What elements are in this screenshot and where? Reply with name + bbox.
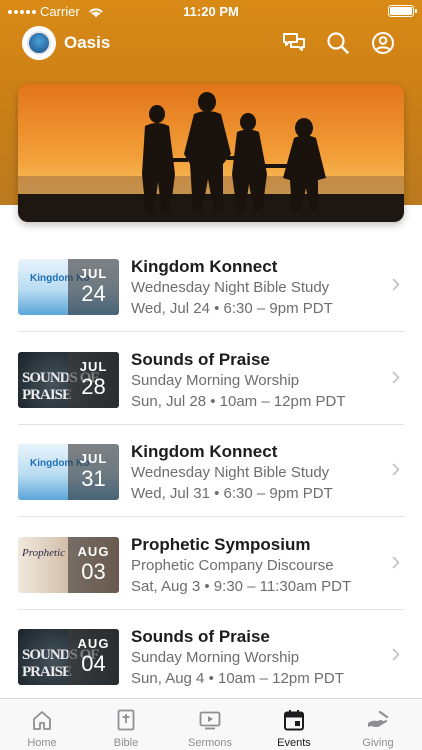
event-subtitle: Prophetic Company Discourse (131, 556, 334, 574)
date-badge: AUG 03 (68, 536, 119, 593)
bible-icon (117, 709, 135, 731)
date-day: 24 (81, 281, 106, 306)
date-month: AUG (77, 636, 110, 651)
tab-label: Bible (113, 737, 139, 749)
event-subtitle: Sunday Morning Worship (131, 371, 300, 389)
event-thumbnail: Prophetic AUG 03 (18, 536, 119, 593)
date-badge: AUG 04 (68, 629, 119, 685)
event-title: Prophetic Symposium (131, 534, 311, 554)
home-icon (33, 711, 51, 730)
event-row[interactable]: SOUNDS OF PRAISE AUG 04 Sounds of Praise Sun… (0, 610, 422, 702)
event-thumbnail: SOUNDS OF PRAISE JUL 28 (18, 351, 119, 408)
event-row[interactable]: Kingdom Ko JUL 24 Kingdom Konnect Wednesday … (0, 240, 422, 332)
event-thumbnail: Kingdom Ko JUL 24 (18, 259, 119, 315)
chat-icon[interactable] (281, 30, 307, 56)
clock: 11:20 PM (183, 4, 239, 19)
date-month: JUL (79, 451, 108, 466)
event-datetime: Sun, Jul 28 • 10am – 12pm PDT (131, 392, 346, 410)
search-icon[interactable] (325, 30, 351, 56)
app-bar: Oasis (0, 24, 422, 64)
event-row[interactable]: Kingdom Ko JUL 31 Kingdom Konnect Wednesday … (0, 425, 422, 517)
event-subtitle: Sunday Morning Worship (131, 649, 300, 666)
event-title: Kingdom Konnect (131, 257, 278, 276)
event-thumbnail: SOUNDS OF PRAISE AUG 04 (18, 629, 119, 685)
date-day: 31 (81, 466, 106, 491)
event-datetime: Wed, Jul 24 • 6:30 – 9pm PDT (131, 300, 333, 317)
sermons-icon (199, 711, 221, 730)
status-bar: Carrier 11:20 PM (0, 0, 422, 22)
event-datetime: Sat, Aug 3 • 9:30 – 11:30am PDT (131, 577, 352, 595)
event-row[interactable]: SOUNDS OF PRAISE JUL 28 Sounds of Praise Sun… (0, 333, 422, 425)
thumbnail-title: Prophetic (22, 546, 65, 559)
tab-sermons[interactable]: Sermons (168, 699, 252, 750)
chevron-right-icon (392, 556, 400, 568)
chevron-right-icon (392, 648, 400, 661)
event-subtitle: Wednesday Night Bible Study (131, 464, 330, 481)
date-month: JUL (79, 358, 108, 374)
event-row[interactable]: Prophetic AUG 03 Prophetic Symposium Prophet… (0, 518, 422, 610)
chevron-right-icon (392, 463, 400, 476)
tab-label: Giving (362, 737, 394, 749)
battery-icon (388, 5, 417, 17)
tab-label: Events (277, 737, 311, 749)
date-day: 03 (81, 558, 106, 584)
event-thumbnail: Kingdom Ko JUL 31 (18, 444, 119, 500)
date-month: JUL (79, 266, 108, 281)
tab-giving[interactable]: Giving (336, 699, 420, 750)
giving-icon (368, 710, 389, 728)
event-title: Kingdom Konnect (131, 442, 278, 461)
event-title: Sounds of Praise (131, 349, 270, 369)
chevron-right-icon (392, 278, 400, 291)
chevron-right-icon (392, 371, 400, 383)
date-day: 04 (81, 651, 106, 676)
date-badge: JUL 28 (68, 351, 119, 408)
date-badge: JUL 31 (68, 444, 119, 500)
event-datetime: Wed, Jul 31 • 6:30 – 9pm PDT (131, 485, 333, 502)
hero-banner[interactable] (18, 84, 404, 222)
profile-icon[interactable] (370, 30, 396, 56)
event-title: Sounds of Praise (131, 627, 270, 646)
event-subtitle: Wednesday Night Bible Study (131, 279, 330, 296)
date-badge: JUL 24 (68, 259, 119, 315)
tab-bar: Home Bible Sermons Events Giving (0, 698, 422, 750)
church-logo[interactable] (22, 26, 56, 60)
date-day: 28 (81, 373, 106, 399)
date-month: AUG (77, 543, 110, 559)
tab-home[interactable]: Home (0, 699, 84, 750)
tab-bible[interactable]: Bible (84, 699, 168, 750)
event-datetime: Sun, Aug 4 • 10am – 12pm PDT (131, 670, 344, 687)
app-title: Oasis (64, 33, 111, 52)
tab-label: Home (27, 737, 57, 749)
tab-label: Sermons (187, 737, 233, 749)
events-icon (284, 710, 304, 731)
tab-events[interactable]: Events (252, 699, 336, 750)
